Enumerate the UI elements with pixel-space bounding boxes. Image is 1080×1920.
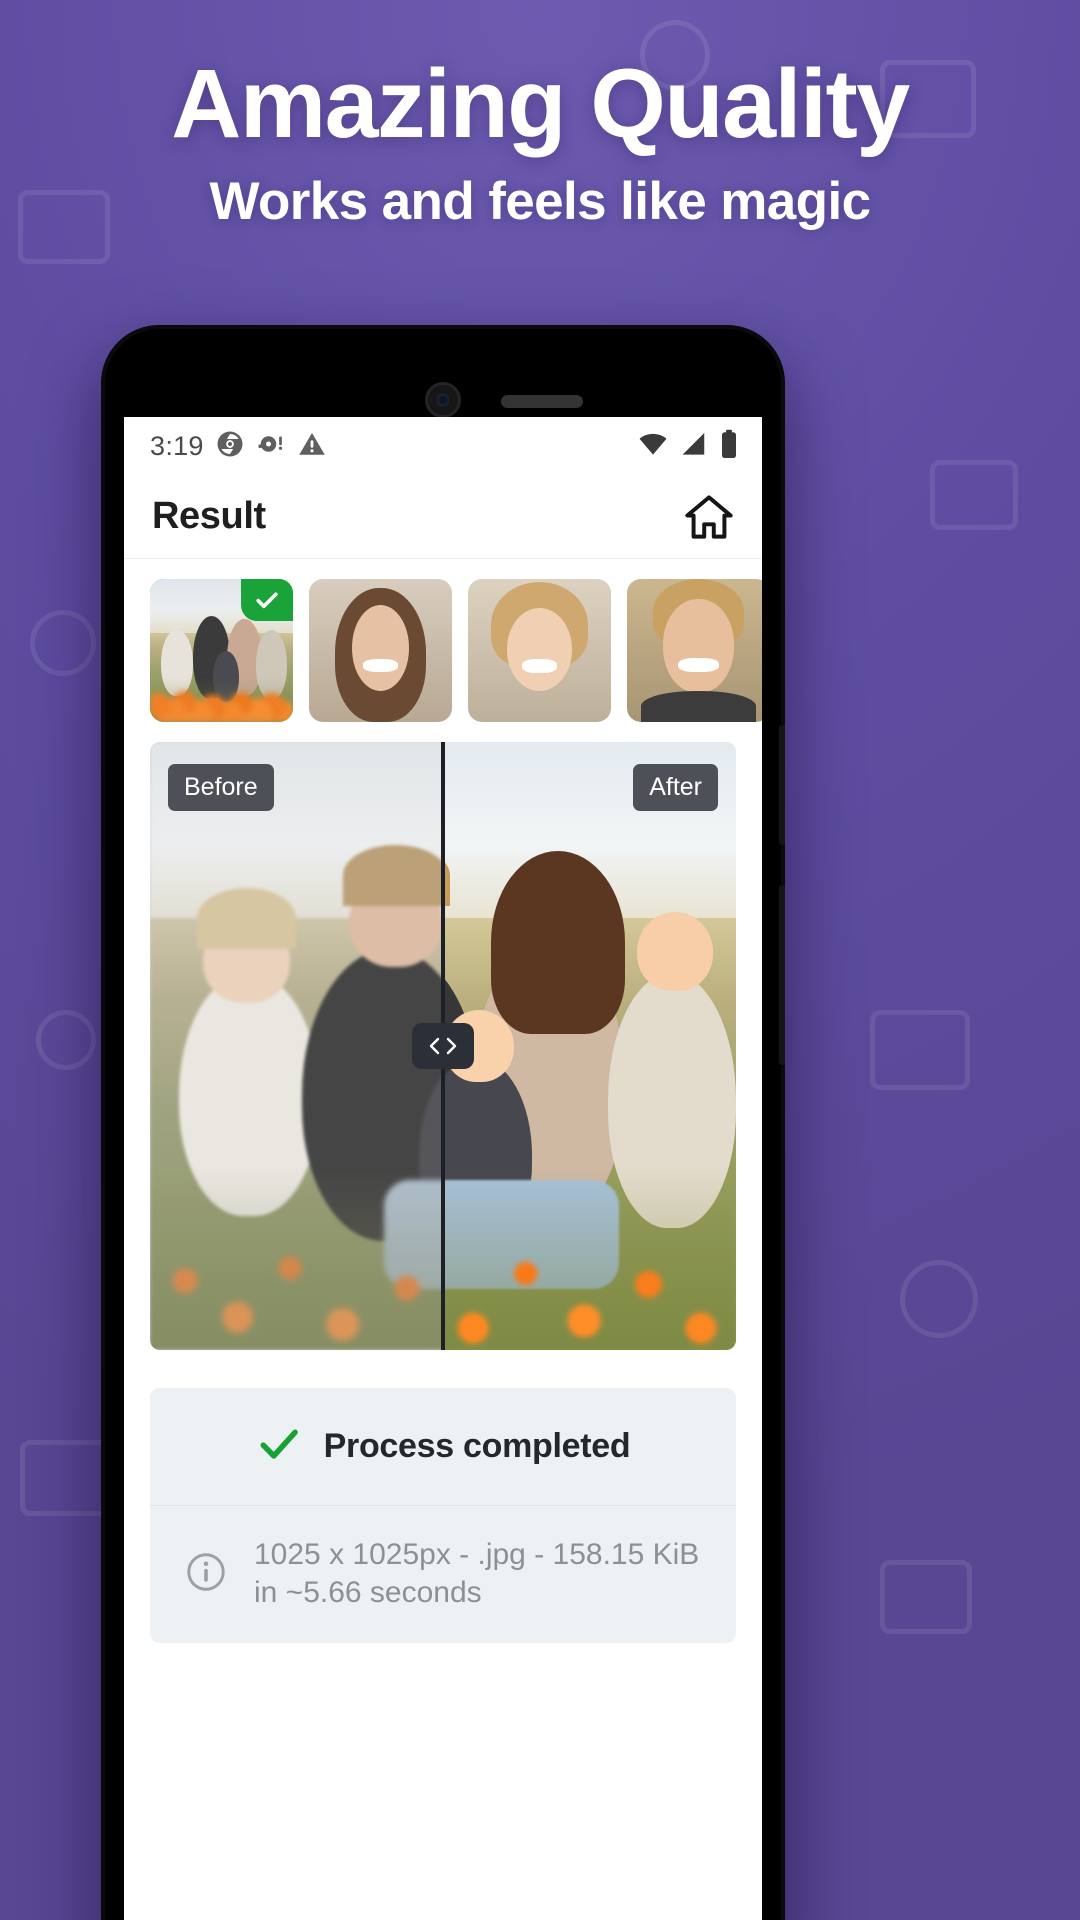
cell-signal-icon — [678, 429, 708, 464]
thumbnail-strip[interactable] — [124, 559, 762, 742]
aperture-icon — [215, 429, 245, 464]
page-title: Result — [152, 495, 266, 537]
battery-icon — [718, 429, 740, 464]
promo-subtitle: Works and feels like magic — [209, 171, 872, 231]
status-bar-right — [638, 429, 740, 464]
power-button[interactable] — [779, 885, 785, 1065]
file-info-line-1: 1025 x 1025px - .jpg - 158.15 KiB — [254, 1538, 700, 1571]
file-info-line-2: in ~5.66 seconds — [254, 1576, 482, 1610]
before-image-pane — [150, 742, 443, 1350]
check-icon — [241, 579, 293, 621]
status-time: 3:19 — [150, 430, 204, 461]
compare-slider-handle[interactable] — [412, 1023, 474, 1069]
phone-mockup: 3:19 Result Before After Process complet… — [101, 325, 785, 1920]
disc-alert-icon — [256, 429, 286, 464]
status-bar-left: 3:19 — [150, 429, 327, 464]
front-camera-icon — [425, 382, 461, 418]
compare-section: Before After — [124, 742, 762, 1350]
after-image — [443, 742, 736, 1350]
earpiece-speaker — [501, 395, 583, 408]
process-status-label: Process completed — [323, 1427, 631, 1465]
thumbnail-item-2[interactable] — [468, 579, 611, 722]
promo-headline-block: Amazing Quality Works and feels like mag… — [0, 49, 1080, 232]
result-panel: Process completed 1025 x 1025px - .jpg -… — [150, 1388, 736, 1643]
warning-triangle-icon — [297, 429, 327, 464]
thumbnail-item-0[interactable] — [150, 579, 293, 722]
chevron-left-right-icon — [429, 1037, 457, 1055]
phone-screen: 3:19 Result Before After Process complet… — [124, 417, 762, 1920]
info-icon — [184, 1550, 228, 1599]
file-info-text: 1025 x 1025px - .jpg - 158.15 KiB in ~5.… — [254, 1536, 699, 1613]
thumbnail-image — [627, 579, 762, 722]
before-label: Before — [168, 764, 274, 811]
before-after-compare[interactable]: Before After — [150, 742, 736, 1350]
after-label: After — [633, 764, 718, 811]
thumbnail-item-1[interactable] — [309, 579, 452, 722]
app-bar: Result — [124, 475, 762, 559]
wifi-icon — [638, 429, 668, 464]
thumbnail-item-3[interactable] — [627, 579, 762, 722]
promo-title: Amazing Quality — [171, 49, 910, 158]
process-status-row: Process completed — [150, 1388, 736, 1506]
check-icon — [256, 1421, 302, 1472]
thumbnail-image — [468, 579, 611, 722]
status-bar: 3:19 — [124, 417, 762, 475]
volume-button[interactable] — [779, 725, 785, 845]
phone-bezel: 3:19 Result Before After Process complet… — [105, 329, 781, 1920]
before-image — [150, 742, 443, 1350]
thumbnail-image — [309, 579, 452, 722]
home-icon[interactable] — [682, 490, 736, 544]
file-info-row: 1025 x 1025px - .jpg - 158.15 KiB in ~5.… — [150, 1506, 736, 1643]
after-image-pane — [443, 742, 736, 1350]
